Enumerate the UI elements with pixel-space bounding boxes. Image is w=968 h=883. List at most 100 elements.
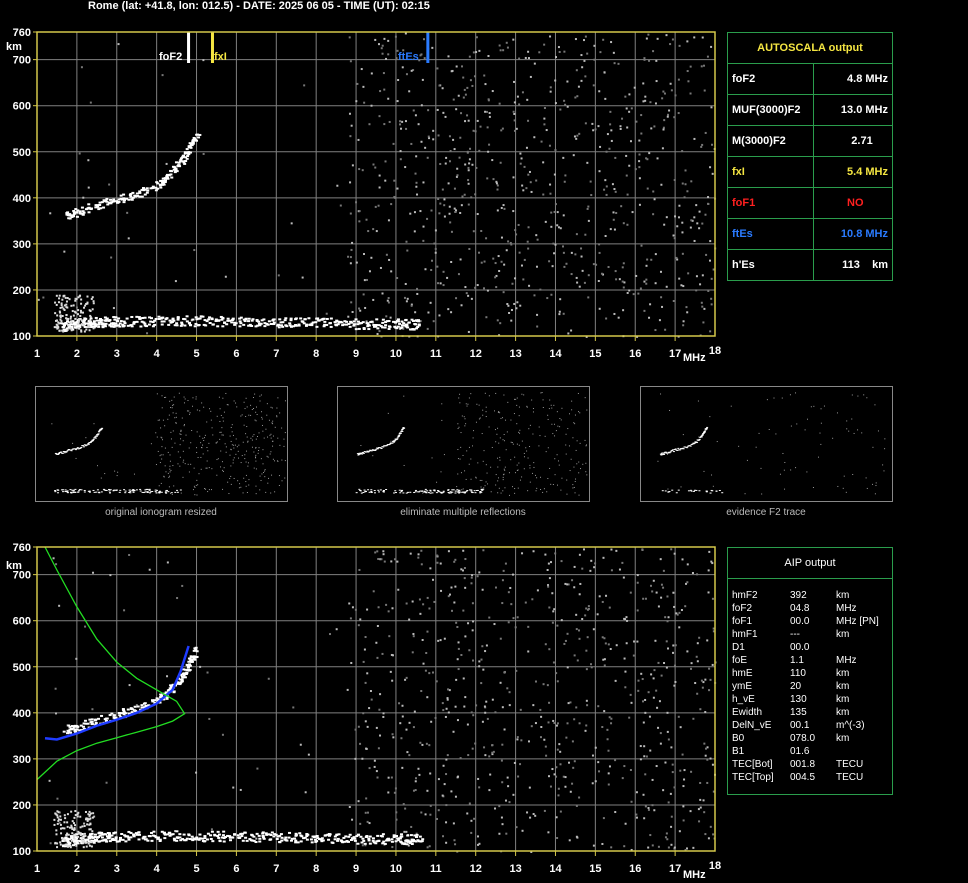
trace-point bbox=[64, 489, 67, 491]
noise-dot bbox=[663, 92, 666, 95]
noise-dot bbox=[387, 791, 390, 794]
noise-dot bbox=[506, 46, 509, 49]
noise-dot bbox=[247, 465, 249, 467]
noise-dot bbox=[349, 60, 352, 63]
noise-dot bbox=[523, 165, 526, 168]
noise-dot bbox=[559, 227, 562, 230]
noise-dot bbox=[679, 769, 682, 772]
trace-point bbox=[314, 840, 318, 843]
noise-dot bbox=[516, 736, 519, 739]
noise-dot bbox=[430, 269, 433, 272]
noise-dot bbox=[460, 112, 463, 115]
noise-dot bbox=[193, 467, 195, 469]
trace-point bbox=[675, 492, 678, 494]
noise-dot bbox=[638, 139, 641, 142]
noise-dot bbox=[400, 737, 403, 740]
trace-point bbox=[154, 317, 158, 320]
noise-dot bbox=[42, 296, 45, 299]
noise-dot bbox=[683, 196, 686, 199]
noise-dot bbox=[592, 263, 595, 266]
trace-point bbox=[93, 719, 97, 722]
trace-point bbox=[700, 436, 703, 438]
trace-point bbox=[109, 198, 113, 201]
noise-dot bbox=[689, 810, 692, 813]
noise-dot bbox=[230, 465, 232, 467]
y-tick-label: 100 bbox=[13, 331, 31, 343]
trace-point bbox=[70, 492, 73, 494]
trace-point bbox=[128, 491, 131, 493]
aip-row: hmF2 392 km bbox=[732, 590, 892, 603]
noise-dot bbox=[589, 569, 592, 572]
noise-dot bbox=[232, 434, 234, 436]
aip-param-value: 392 bbox=[790, 590, 807, 601]
noise-dot bbox=[389, 670, 392, 673]
trace-point bbox=[429, 489, 432, 491]
noise-dot bbox=[573, 135, 576, 138]
noise-dot bbox=[235, 438, 237, 440]
noise-dot bbox=[411, 651, 414, 654]
noise-dot bbox=[156, 436, 158, 438]
noise-dot bbox=[261, 411, 263, 413]
noise-dot bbox=[554, 243, 557, 246]
noise-dot bbox=[604, 642, 607, 645]
trace-point bbox=[299, 317, 303, 320]
trace-point bbox=[194, 648, 198, 651]
noise-dot bbox=[248, 484, 250, 486]
autoscala-value: 10.8 MHz bbox=[840, 228, 888, 240]
noise-dot bbox=[820, 422, 822, 424]
noise-dot bbox=[516, 404, 518, 406]
trace-point bbox=[362, 452, 365, 454]
noise-dot bbox=[597, 125, 600, 128]
noise-dot bbox=[123, 609, 126, 612]
noise-dot bbox=[820, 443, 822, 445]
noise-dot bbox=[604, 97, 607, 100]
trace-point bbox=[217, 319, 221, 322]
noise-dot bbox=[504, 562, 507, 565]
noise-dot bbox=[387, 610, 390, 613]
electron-density-profile-line bbox=[36, 546, 186, 781]
noise-dot bbox=[550, 225, 553, 228]
noise-dot bbox=[168, 414, 170, 416]
noise-dot bbox=[554, 102, 557, 105]
noise-dot bbox=[617, 316, 620, 319]
autoscala-value: 113 km bbox=[842, 259, 888, 271]
trace-point bbox=[424, 491, 427, 493]
noise-dot bbox=[355, 100, 358, 103]
noise-dot bbox=[443, 204, 446, 207]
noise-dot bbox=[482, 460, 484, 462]
trace-point bbox=[693, 489, 696, 491]
noise-dot bbox=[624, 95, 627, 98]
noise-dot bbox=[354, 757, 357, 760]
trace-point bbox=[352, 324, 356, 327]
x-tick-label: 13 bbox=[509, 348, 521, 360]
trace-point bbox=[70, 824, 73, 827]
noise-dot bbox=[592, 84, 595, 87]
trace-point bbox=[64, 843, 67, 846]
trace-point bbox=[382, 446, 385, 448]
trace-point bbox=[148, 489, 151, 491]
noise-dot bbox=[260, 480, 262, 482]
trace-point bbox=[72, 215, 76, 218]
noise-dot bbox=[360, 68, 363, 71]
noise-dot bbox=[464, 586, 467, 589]
trace-point bbox=[359, 489, 362, 491]
noise-dot bbox=[476, 835, 479, 838]
trace-point bbox=[197, 136, 201, 139]
noise-dot bbox=[685, 306, 688, 309]
trace-point bbox=[78, 327, 81, 330]
noise-dot bbox=[567, 702, 570, 705]
noise-dot bbox=[503, 468, 505, 470]
trace-point bbox=[74, 491, 77, 493]
trace-point bbox=[79, 447, 82, 449]
noise-dot bbox=[459, 393, 461, 395]
noise-dot bbox=[523, 394, 525, 396]
trace-point bbox=[175, 830, 179, 833]
noise-dot bbox=[378, 708, 381, 711]
noise-dot bbox=[222, 434, 224, 436]
noise-dot bbox=[557, 794, 560, 797]
trace-point bbox=[244, 317, 248, 320]
noise-dot bbox=[394, 35, 397, 38]
noise-dot bbox=[498, 487, 500, 489]
noise-dot bbox=[281, 427, 283, 429]
noise-dot bbox=[609, 648, 612, 651]
